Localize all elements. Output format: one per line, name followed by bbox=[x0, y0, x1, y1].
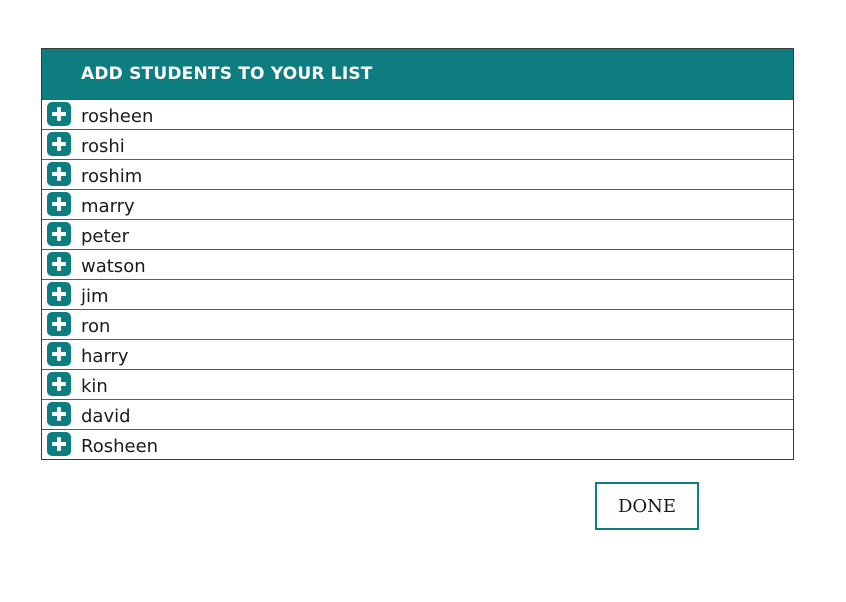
add-student-plus-icon[interactable] bbox=[47, 102, 71, 126]
student-row: ron bbox=[42, 309, 793, 339]
add-student-plus-icon[interactable] bbox=[47, 132, 71, 156]
student-row: marry bbox=[42, 189, 793, 219]
panel-header: ADD STUDENTS TO YOUR LIST bbox=[42, 49, 793, 99]
done-button[interactable]: DONE bbox=[595, 482, 699, 530]
panel-title: ADD STUDENTS TO YOUR LIST bbox=[81, 64, 373, 84]
student-row: watson bbox=[42, 249, 793, 279]
student-name: rosheen bbox=[81, 106, 154, 127]
add-student-plus-icon[interactable] bbox=[47, 222, 71, 246]
student-row: david bbox=[42, 399, 793, 429]
add-student-plus-icon[interactable] bbox=[47, 192, 71, 216]
student-name: david bbox=[81, 406, 131, 427]
student-name: Rosheen bbox=[81, 436, 159, 457]
student-name: kin bbox=[81, 376, 108, 397]
student-name: roshi bbox=[81, 136, 125, 157]
student-name: roshim bbox=[81, 166, 143, 187]
add-student-plus-icon[interactable] bbox=[47, 402, 71, 426]
student-list: rosheen roshi roshim marry peter watson … bbox=[42, 99, 793, 459]
add-student-plus-icon[interactable] bbox=[47, 432, 71, 456]
add-student-plus-icon[interactable] bbox=[47, 342, 71, 366]
student-name: peter bbox=[81, 226, 130, 247]
add-student-plus-icon[interactable] bbox=[47, 372, 71, 396]
student-name: jim bbox=[81, 286, 109, 307]
student-row: roshi bbox=[42, 129, 793, 159]
student-name: watson bbox=[81, 256, 146, 277]
add-student-plus-icon[interactable] bbox=[47, 282, 71, 306]
student-name: ron bbox=[81, 316, 111, 337]
student-row: rosheen bbox=[42, 99, 793, 129]
add-students-panel: ADD STUDENTS TO YOUR LIST rosheen roshi … bbox=[41, 48, 794, 460]
student-name: harry bbox=[81, 346, 129, 367]
student-row: roshim bbox=[42, 159, 793, 189]
add-student-plus-icon[interactable] bbox=[47, 312, 71, 336]
student-row: harry bbox=[42, 339, 793, 369]
student-row: jim bbox=[42, 279, 793, 309]
add-student-plus-icon[interactable] bbox=[47, 162, 71, 186]
add-student-plus-icon[interactable] bbox=[47, 252, 71, 276]
student-row: peter bbox=[42, 219, 793, 249]
student-row: Rosheen bbox=[42, 429, 793, 459]
student-name: marry bbox=[81, 196, 135, 217]
student-row: kin bbox=[42, 369, 793, 399]
